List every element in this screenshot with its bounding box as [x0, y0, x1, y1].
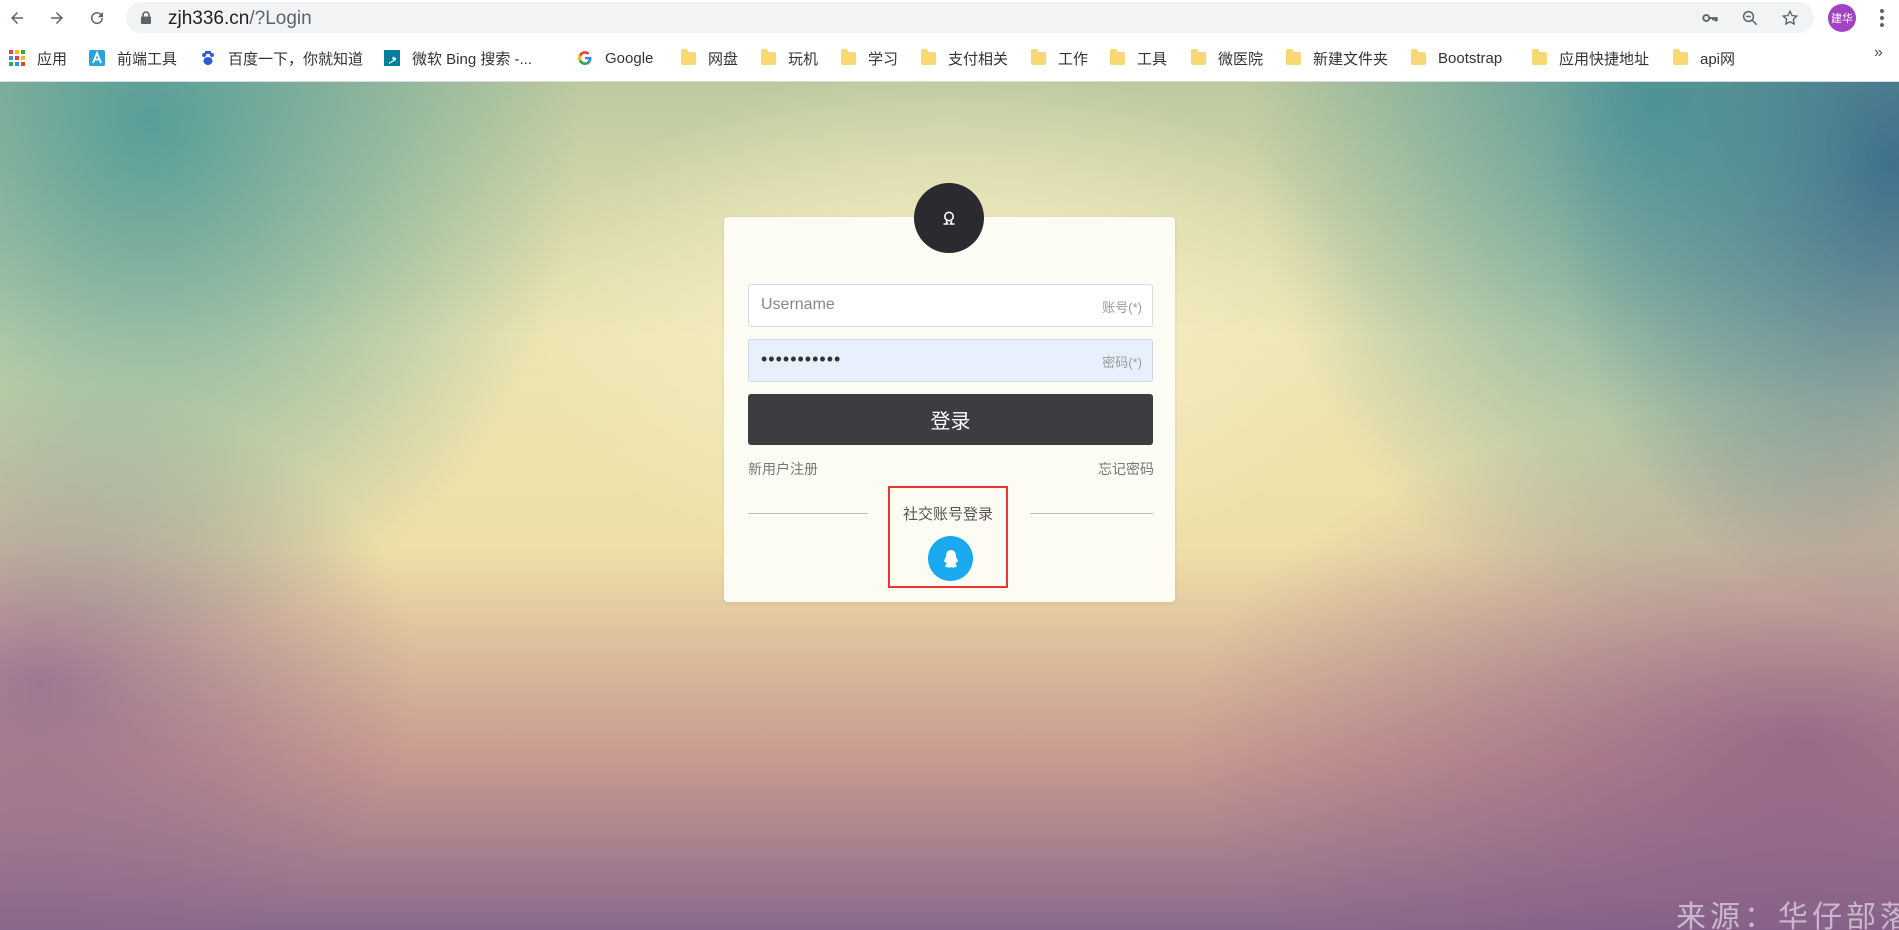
password-input[interactable]: ••••••••••• 密码(*) — [748, 339, 1153, 382]
bookmark-label: 玩机 — [788, 50, 819, 68]
bookmark-bing[interactable]: 微软 Bing 搜索 -... — [384, 46, 532, 70]
bookmark-label: 网盘 — [708, 50, 739, 68]
url-text: zjh336.cn/?Login — [168, 8, 312, 29]
key-icon — [1702, 14, 1718, 22]
bookmark-folder-bootstrap[interactable]: Bootstrap — [1410, 46, 1502, 70]
folder-icon — [1672, 48, 1688, 66]
bookmark-label: 新建文件夹 — [1313, 50, 1389, 68]
folder-icon — [1531, 48, 1547, 66]
bookmark-label: 工具 — [1137, 50, 1168, 68]
bookmark-apps[interactable]: 应用 — [9, 46, 67, 70]
bookmark-folder-weiyiyuan[interactable]: 微医院 — [1190, 46, 1263, 70]
login-avatar — [914, 183, 984, 253]
bookmark-label: Bootstrap — [1438, 49, 1503, 67]
bookmark-baidu[interactable]: 百度一下，你就知道 — [200, 46, 363, 70]
login-button[interactable]: 登录 — [748, 394, 1153, 445]
folder-icon — [1109, 48, 1125, 66]
bookmark-folder-xuexi[interactable]: 学习 — [840, 46, 898, 70]
divider-right — [1030, 513, 1153, 514]
reload-button[interactable] — [84, 5, 110, 31]
folder-icon — [680, 48, 696, 66]
apps-grid-icon — [9, 50, 25, 66]
bookmark-label: 百度一下，你就知道 — [228, 50, 364, 68]
social-login-highlight — [888, 486, 1008, 588]
zoom-out-icon — [1742, 10, 1758, 26]
baidu-paw-icon — [200, 50, 216, 66]
folder-icon — [920, 48, 936, 66]
lock-icon — [141, 11, 151, 24]
bookmark-folder-app-shortcuts[interactable]: 应用快捷地址 — [1531, 46, 1649, 70]
browser-toolbar: zjh336.cn/?Login 建华 — [0, 0, 1899, 35]
arrow-left-icon — [11, 12, 23, 24]
bookmark-folder-api[interactable]: api网 — [1672, 46, 1735, 70]
bookmark-label: 应用 — [37, 50, 68, 68]
bookmark-folder-wanji[interactable]: 玩机 — [760, 46, 818, 70]
username-input[interactable]: Username 账号(*) — [748, 284, 1153, 327]
back-button[interactable] — [4, 5, 30, 31]
bookmark-frontend-tools[interactable]: 前端工具 — [89, 46, 177, 70]
divider-left — [748, 513, 868, 514]
bookmark-folder-zhifu[interactable]: 支付相关 — [920, 46, 1008, 70]
forgot-password-link[interactable]: 忘记密码 — [1098, 459, 1154, 479]
bookmark-folder-gongju[interactable]: 工具 — [1109, 46, 1167, 70]
register-link[interactable]: 新用户注册 — [748, 459, 818, 479]
zoom-button[interactable] — [1739, 7, 1761, 29]
browser-menu-button[interactable] — [1872, 5, 1892, 31]
reload-icon — [91, 12, 104, 25]
bookmark-label: 微软 Bing 搜索 -... — [412, 50, 533, 68]
source-watermark: 来源：华仔部落 — [1676, 900, 1899, 930]
more-vertical-icon — [1880, 9, 1884, 27]
page-background: Username 账号(*) ••••••••••• 密码(*) 登录 新用户注… — [0, 82, 1899, 930]
bookmark-folder-new[interactable]: 新建文件夹 — [1285, 46, 1388, 70]
password-value: ••••••••••• — [761, 349, 842, 369]
folder-icon — [760, 48, 776, 66]
bookmark-label: 学习 — [868, 50, 899, 68]
profile-avatar[interactable]: 建华 — [1828, 4, 1856, 32]
bookmark-label: Google — [605, 49, 654, 67]
address-bar[interactable]: zjh336.cn/?Login — [126, 2, 1814, 33]
bookmark-folder-wangpan[interactable]: 网盘 — [680, 46, 738, 70]
forward-button[interactable] — [44, 5, 70, 31]
bookmark-google[interactable]: Google — [577, 46, 653, 70]
password-hint: 密码(*) — [1102, 355, 1142, 370]
bookmarks-overflow-button[interactable]: » — [1874, 44, 1883, 62]
star-icon — [1781, 9, 1799, 26]
bookmark-label: 前端工具 — [117, 50, 178, 68]
bookmark-label: 工作 — [1058, 50, 1089, 68]
username-hint: 账号(*) — [1102, 300, 1142, 315]
folder-icon — [1410, 48, 1426, 66]
arrow-right-icon — [51, 12, 63, 24]
bing-icon — [384, 50, 400, 66]
bookmark-label: 微医院 — [1218, 50, 1264, 68]
bookmark-label: 应用快捷地址 — [1559, 50, 1650, 68]
folder-icon — [1190, 48, 1206, 66]
bookmark-folder-gongzuo[interactable]: 工作 — [1030, 46, 1088, 70]
folder-icon — [1030, 48, 1046, 66]
bookmark-label: api网 — [1700, 50, 1736, 68]
bookmark-star-button[interactable] — [1779, 7, 1801, 29]
bookmark-label: 支付相关 — [948, 50, 1009, 68]
password-key-button[interactable] — [1699, 7, 1721, 29]
google-icon — [577, 50, 593, 66]
bookmarks-bar: 应用 前端工具 百度一下，你就知道 微软 Bing 搜索 -... Google… — [0, 35, 1899, 82]
username-placeholder: Username — [761, 296, 835, 313]
site-a-icon — [89, 50, 105, 66]
folder-icon — [840, 48, 856, 66]
user-icon — [943, 211, 955, 225]
folder-icon — [1285, 48, 1301, 66]
